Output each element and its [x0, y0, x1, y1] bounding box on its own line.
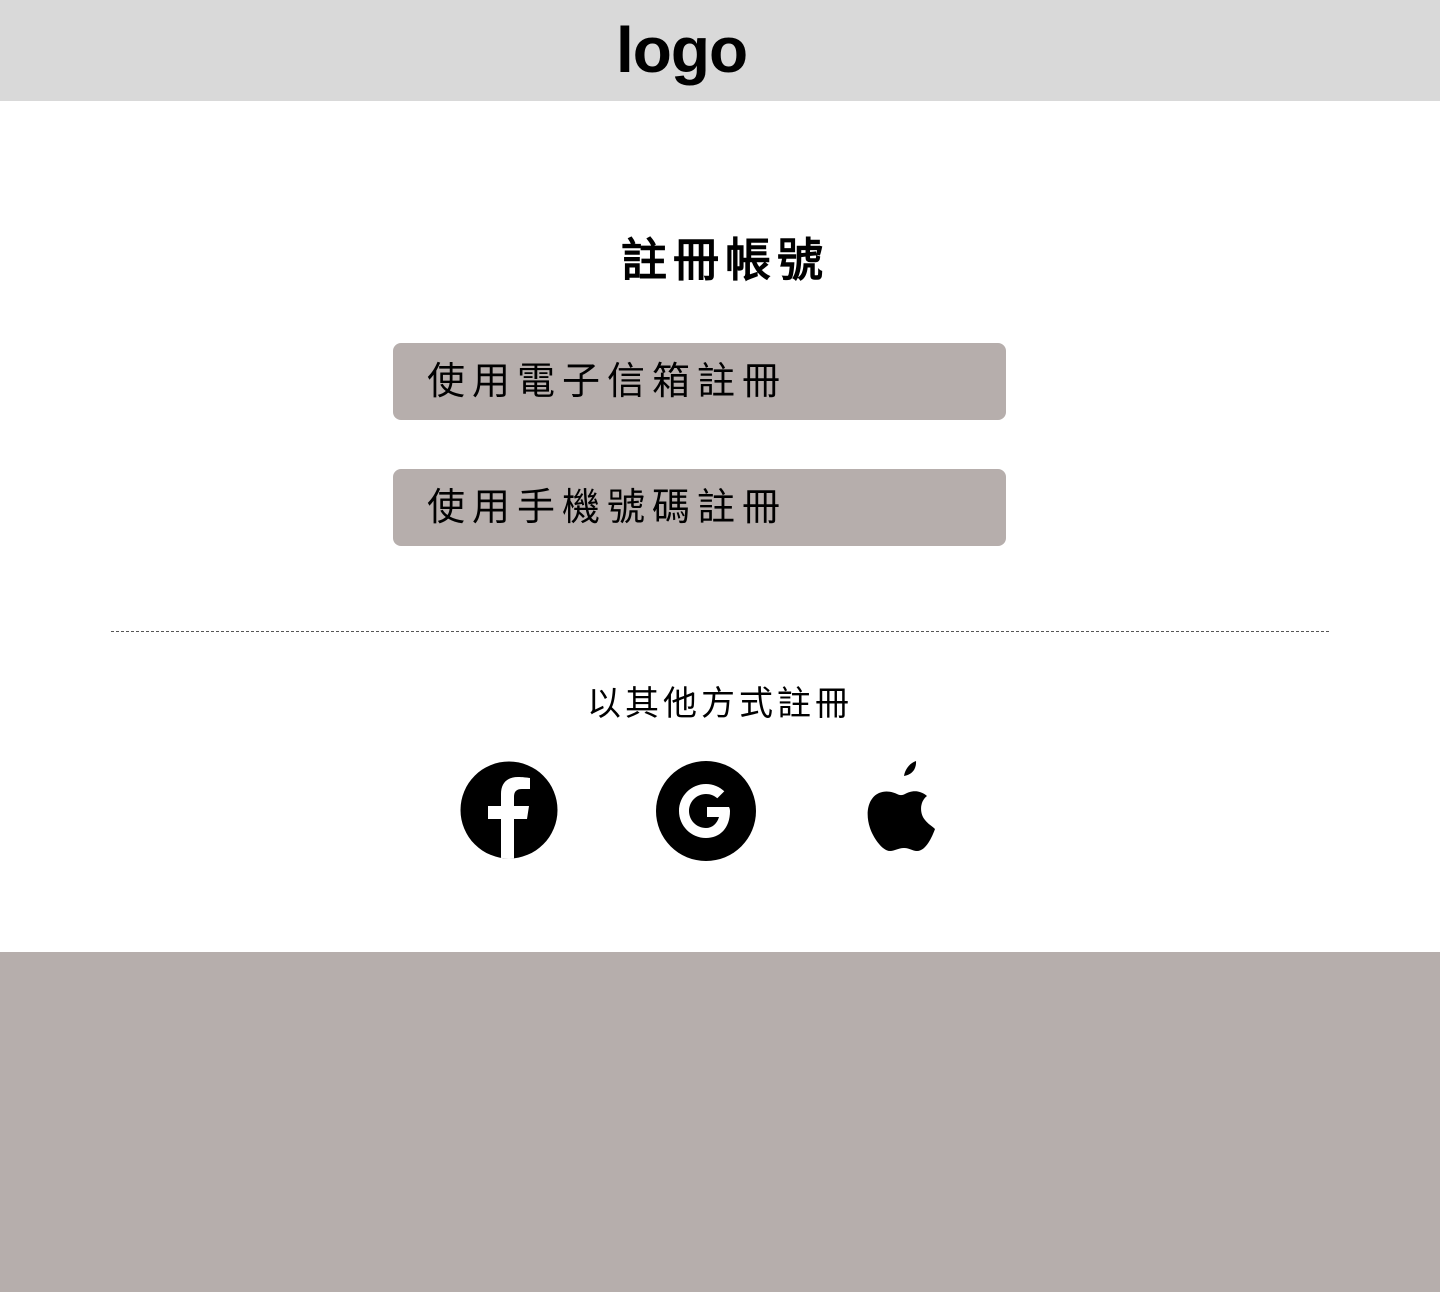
page-title: 註冊帳號: [621, 233, 829, 287]
register-with-phone-button[interactable]: 使用手機號碼註冊: [393, 469, 1006, 546]
footer: [0, 952, 1440, 1292]
divider: [111, 631, 1329, 632]
other-methods-title: 以其他方式註冊: [587, 684, 853, 724]
apple-login-button[interactable]: [849, 758, 949, 858]
header: logo: [0, 0, 1440, 101]
google-login-button[interactable]: [656, 761, 756, 861]
register-with-email-button[interactable]: 使用電子信箱註冊: [393, 343, 1006, 420]
logo[interactable]: logo: [616, 12, 748, 88]
facebook-icon: [460, 761, 558, 859]
apple-icon: [867, 761, 935, 851]
google-icon: [656, 761, 756, 861]
facebook-login-button[interactable]: [460, 761, 560, 861]
